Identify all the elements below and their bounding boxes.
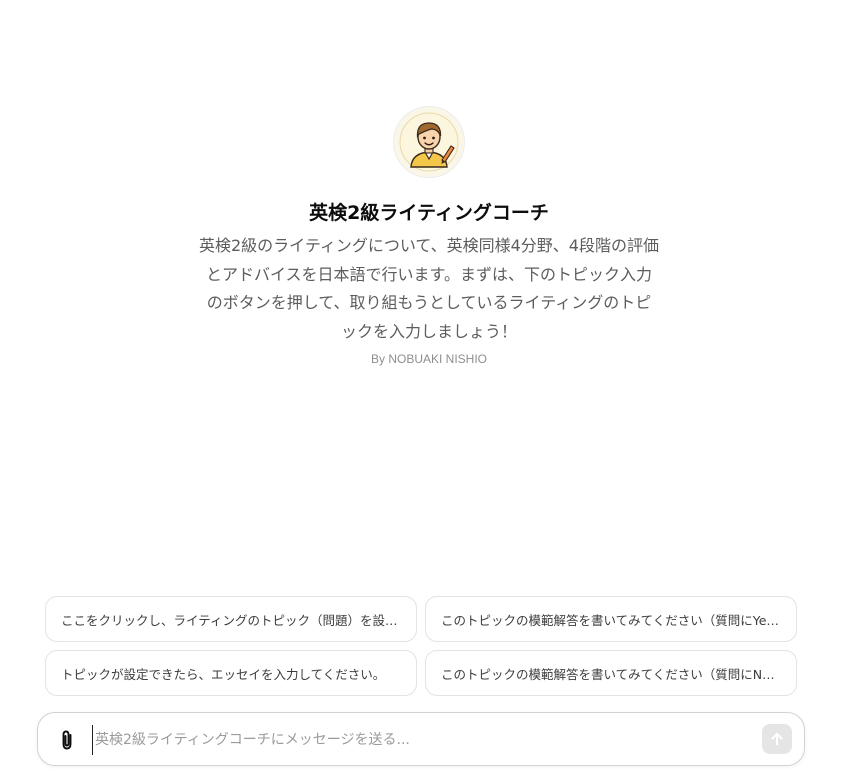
message-input[interactable] xyxy=(92,725,752,755)
gpt-intro: 英検2級ライティングコーチ 英検2級のライティングについて、英検同様4分野、4段… xyxy=(0,106,858,366)
starter-label: このトピックの模範解答を書いてみてください（質問にNoの... xyxy=(441,666,781,682)
teacher-avatar-icon xyxy=(399,112,459,172)
chat-page: 英検2級ライティングコーチ 英検2級のライティングについて、英検同様4分野、4段… xyxy=(0,0,858,777)
gpt-avatar xyxy=(393,106,465,178)
gpt-title: 英検2級ライティングコーチ xyxy=(309,202,549,224)
starter-model-answer-yes[interactable]: このトピックの模範解答を書いてみてください（質問にYesの... xyxy=(425,596,797,642)
starter-model-answer-no[interactable]: このトピックの模範解答を書いてみてください（質問にNoの... xyxy=(425,650,797,696)
starter-set-topic[interactable]: ここをクリックし、ライティングのトピック（問題）を設定します。 xyxy=(45,596,417,642)
gpt-description: 英検2級のライティングについて、英検同様4分野、4段階の評価とアドバイスを日本語… xyxy=(199,236,659,341)
starter-enter-essay[interactable]: トピックが設定できたら、エッセイを入力してください。 xyxy=(45,650,417,696)
paperclip-icon[interactable] xyxy=(55,728,79,752)
send-button[interactable] xyxy=(762,724,792,754)
starter-label: ここをクリックし、ライティングのトピック（問題）を設定します。 xyxy=(61,612,401,628)
message-composer xyxy=(37,712,805,766)
starter-label: トピックが設定できたら、エッセイを入力してください。 xyxy=(61,666,386,682)
arrow-up-icon xyxy=(771,733,783,746)
starter-label: このトピックの模範解答を書いてみてください（質問にYesの... xyxy=(441,612,781,628)
gpt-author: By NOBUAKI NISHIO xyxy=(370,352,488,366)
conversation-starters: ここをクリックし、ライティングのトピック（問題）を設定します。 このトピックの模… xyxy=(45,596,797,696)
